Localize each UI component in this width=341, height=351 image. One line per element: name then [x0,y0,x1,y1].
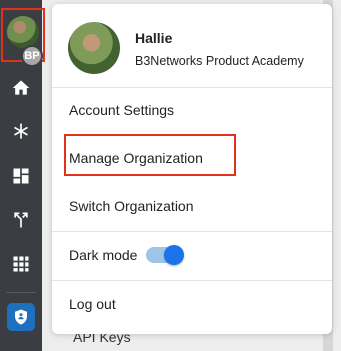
account-settings-item[interactable]: Account Settings [52,90,332,130]
switch-organization-item[interactable]: Switch Organization [52,186,332,226]
switch-organization-label: Switch Organization [69,198,194,214]
dark-mode-item[interactable]: Dark mode [52,235,332,275]
log-out-item[interactable]: Log out [52,284,332,324]
routing-icon[interactable] [8,207,34,233]
app-stage: API Keys BP Hallie B3Networks Product Ac… [0,0,341,351]
asterisk-icon[interactable] [8,119,34,145]
org-initials-badge: BP [21,45,43,67]
shield-icon[interactable] [7,303,35,331]
log-out-label: Log out [69,296,116,312]
toggle-knob [164,245,184,265]
dashboard-icon[interactable] [8,163,34,189]
rail-divider [6,292,36,293]
highlight-box [64,134,236,176]
left-nav-rail: BP [0,0,45,351]
home-icon[interactable] [8,75,34,101]
profile-organization: B3Networks Product Academy [135,54,304,68]
profile-header: Hallie B3Networks Product Academy [52,4,332,86]
avatar [7,16,39,48]
dark-mode-toggle[interactable] [146,245,184,265]
divider [52,231,332,232]
divider [52,87,332,88]
profile-name: Hallie [135,30,173,46]
account-settings-label: Account Settings [69,102,175,118]
grid-icon[interactable] [8,251,34,277]
user-menu-dropdown: Hallie B3Networks Product Academy Accoun… [52,4,332,334]
divider [52,280,332,281]
user-avatar-button[interactable]: BP [1,8,45,67]
profile-photo [68,22,120,74]
dark-mode-label: Dark mode [69,247,138,263]
